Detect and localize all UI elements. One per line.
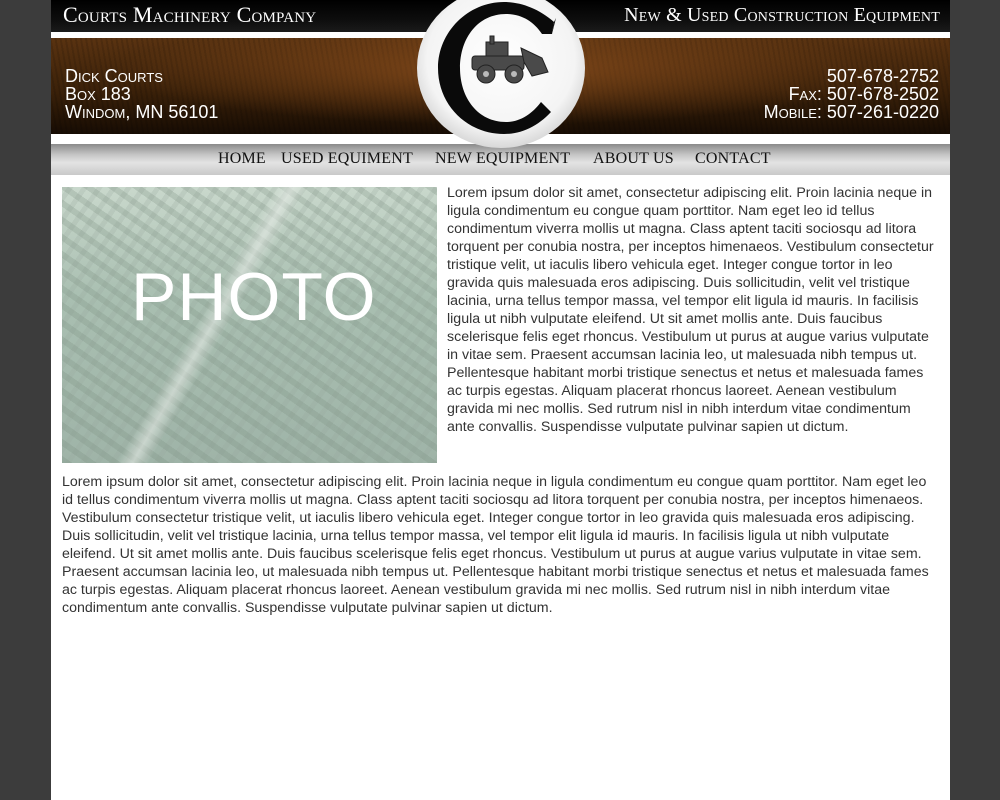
nav-new-equipment[interactable]: NEW EQUIPMENT (435, 150, 570, 168)
nav-used-equipment[interactable]: USED EQUIMENT (281, 150, 413, 168)
phone-fax: Fax: 507-678-2502 (788, 84, 939, 104)
phone-main: 507-678-2752 (826, 66, 939, 86)
c-loader-logo-icon (417, 0, 585, 148)
photo-label: PHOTO (131, 259, 377, 335)
logo[interactable] (416, 0, 586, 150)
phone-mobile: Mobile: 507-261-0220 (763, 102, 939, 122)
intro-paragraph: Lorem ipsum dolor sit amet, consectetur … (447, 185, 934, 435)
tagline: New & Used Construction Equipment (624, 4, 940, 26)
photo-placeholder: PHOTO (62, 187, 437, 463)
contact-box: Box 183 (65, 84, 131, 104)
page-container: Courts Machinery Company New & Used Cons… (51, 0, 950, 800)
contact-name: Dick Courts (65, 66, 163, 86)
nav-about-us[interactable]: ABOUT US (593, 150, 674, 168)
nav-home[interactable]: HOME (218, 150, 266, 168)
company-name: Courts Machinery Company (63, 2, 317, 27)
contact-city: Windom, MN 56101 (65, 102, 219, 122)
nav-contact[interactable]: CONTACT (695, 150, 771, 168)
body-paragraph: Lorem ipsum dolor sit amet, consectetur … (62, 474, 929, 616)
